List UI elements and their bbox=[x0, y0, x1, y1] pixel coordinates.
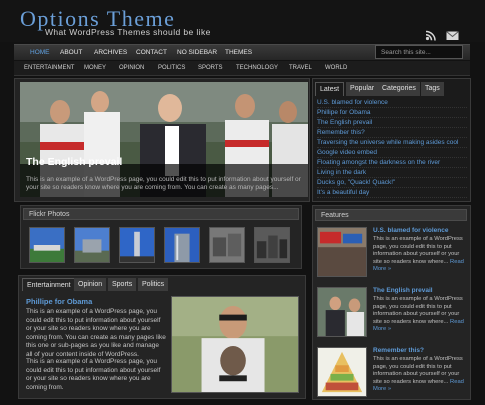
nav-entertainment[interactable]: ENTERTAINMENT bbox=[24, 61, 74, 76]
featured-title[interactable]: The English prevail bbox=[26, 156, 122, 168]
post-image[interactable] bbox=[171, 296, 299, 393]
site-header: Options Theme What WordPress Themes shou… bbox=[0, 0, 485, 42]
post-title[interactable]: Phillipe for Obama bbox=[26, 297, 92, 306]
nav-themes[interactable]: THEMES bbox=[225, 45, 252, 61]
latest-posts-list: U.S. blamed for violence Phillipe for Ob… bbox=[317, 98, 467, 198]
list-item[interactable]: It's a beautiful day bbox=[317, 188, 467, 198]
nav-archives[interactable]: ARCHIVES bbox=[94, 45, 127, 61]
tab-politics[interactable]: Politics bbox=[138, 278, 169, 291]
feature-excerpt: This is an example of a WordPress page, … bbox=[373, 356, 464, 392]
list-item[interactable]: Floating amongst the darkness on the riv… bbox=[317, 158, 467, 168]
flickr-thumb[interactable] bbox=[74, 227, 110, 263]
flickr-thumb[interactable] bbox=[119, 227, 155, 263]
tab-opinion[interactable]: Opinion bbox=[74, 278, 107, 291]
tab-popular[interactable]: Popular bbox=[346, 82, 379, 96]
feature-excerpt: This is an example of a WordPress page, … bbox=[373, 236, 464, 272]
flickr-thumb[interactable] bbox=[164, 227, 200, 263]
list-item[interactable]: Phillipe for Obama bbox=[317, 108, 467, 118]
feature-item: The English prevail This is an example o… bbox=[317, 287, 469, 343]
feature-title[interactable]: U.S. blamed for violence bbox=[373, 227, 449, 234]
flickr-widget: Flickr Photos bbox=[20, 205, 302, 269]
nav-money[interactable]: MONEY bbox=[84, 61, 106, 76]
nav-world[interactable]: WORLD bbox=[325, 61, 347, 76]
nav-about[interactable]: ABOUT bbox=[60, 45, 82, 61]
category-tab-box: Entertainment Opinion Sports Politics Ph… bbox=[18, 275, 306, 399]
tab-latest[interactable]: Latest bbox=[315, 82, 345, 96]
nav-sports[interactable]: SPORTS bbox=[198, 61, 223, 76]
features-widget: Features U.S. blamed for violence This i… bbox=[312, 205, 471, 400]
nav-travel[interactable]: TRAVEL bbox=[289, 61, 312, 76]
flickr-title: Flickr Photos bbox=[29, 211, 70, 218]
search-input[interactable] bbox=[375, 45, 463, 59]
featured-caption: The English prevail This is an example o… bbox=[20, 156, 308, 197]
nav-contact[interactable]: CONTACT bbox=[136, 45, 167, 61]
list-item[interactable]: Remember this? bbox=[317, 128, 467, 138]
nav-no-sidebar[interactable]: NO SIDEBAR bbox=[177, 45, 217, 61]
list-item[interactable]: Google video embed bbox=[317, 148, 467, 158]
list-item[interactable]: Ducks go, "Quack! Quack!" bbox=[317, 178, 467, 188]
tab-sports[interactable]: Sports bbox=[108, 278, 137, 291]
flickr-thumb[interactable] bbox=[254, 227, 290, 263]
nav-technology[interactable]: TECHNOLOGY bbox=[236, 61, 278, 76]
nav-opinion[interactable]: OPINION bbox=[119, 61, 144, 76]
feature-image[interactable] bbox=[317, 287, 367, 337]
feature-title[interactable]: Remember this? bbox=[373, 347, 424, 354]
list-item[interactable]: The English prevail bbox=[317, 118, 467, 128]
features-title: Features bbox=[321, 212, 349, 219]
tab-categories[interactable]: Categories bbox=[378, 82, 420, 96]
flickr-header: Flickr Photos bbox=[23, 208, 299, 220]
feature-item: U.S. blamed for violence This is an exam… bbox=[317, 227, 469, 283]
list-item[interactable]: Traversing the universe while making asi… bbox=[317, 138, 467, 148]
post-excerpt-2: This is an example of a WordPress page, … bbox=[26, 358, 161, 391]
flickr-thumb[interactable] bbox=[29, 227, 65, 263]
nav-home[interactable]: HOME bbox=[30, 45, 50, 61]
feature-excerpt: This is an example of a WordPress page, … bbox=[373, 296, 464, 332]
site-tagline: What WordPress Themes should be like bbox=[45, 27, 211, 37]
featured-post: The English prevail This is an example o… bbox=[14, 78, 310, 202]
post-excerpt: This is an example of a WordPress page, … bbox=[26, 308, 166, 358]
tab-entertainment[interactable]: Entertainment bbox=[22, 278, 76, 291]
category-nav: ENTERTAINMENT MONEY OPINION POLITICS SPO… bbox=[14, 61, 470, 76]
features-header: Features bbox=[315, 209, 467, 221]
sidebar-tab-box: Latest Popular Categories Tags U.S. blam… bbox=[312, 78, 471, 202]
nav-politics[interactable]: POLITICS bbox=[158, 61, 185, 76]
rss-icon[interactable] bbox=[425, 30, 438, 41]
list-item[interactable]: Living in the dark bbox=[317, 168, 467, 178]
flickr-thumb[interactable] bbox=[209, 227, 245, 263]
list-item[interactable]: U.S. blamed for violence bbox=[317, 98, 467, 108]
feature-title[interactable]: The English prevail bbox=[373, 287, 433, 294]
feature-image[interactable] bbox=[317, 227, 367, 277]
tab-tags[interactable]: Tags bbox=[421, 82, 444, 96]
feature-image[interactable] bbox=[317, 347, 367, 397]
mail-icon[interactable] bbox=[446, 30, 459, 41]
feature-item: Remember this? This is an example of a W… bbox=[317, 347, 469, 403]
featured-excerpt: This is an example of a WordPress page, … bbox=[26, 176, 301, 191]
